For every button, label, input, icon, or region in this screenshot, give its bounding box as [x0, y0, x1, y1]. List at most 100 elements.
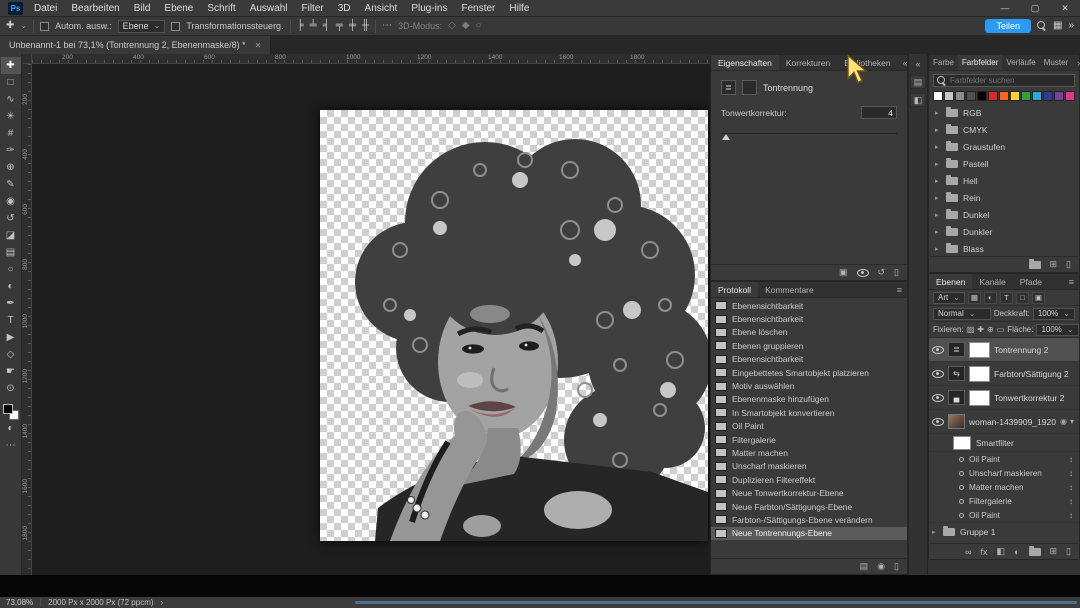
menu-bearbeiten[interactable]: Bearbeiten	[64, 2, 126, 15]
move-tool[interactable]: ✚	[0, 57, 21, 74]
quick-mask-button[interactable]: ◐	[1, 420, 21, 437]
color-swatch[interactable]	[955, 91, 965, 101]
type-tool[interactable]: T	[1, 312, 21, 329]
filter-visibility-icon[interactable]	[959, 470, 964, 476]
shape-tool[interactable]: ◇	[1, 346, 21, 363]
opacity-dropdown[interactable]: 100% ⌄	[1032, 307, 1075, 320]
swatch-group-pastell[interactable]: ▸ Pastell	[929, 155, 1079, 172]
tab-korrekturen[interactable]: Korrekturen	[779, 55, 837, 70]
menu-bild[interactable]: Bild	[127, 2, 158, 15]
panel-menu-icon[interactable]: ≡	[897, 285, 902, 295]
filter-blend-options-icon[interactable]: ↕	[1069, 497, 1073, 506]
filter-visibility-icon[interactable]	[959, 456, 964, 462]
swatch-group-rein[interactable]: ▸ Rein	[929, 189, 1079, 206]
panel-menu-icon[interactable]: ≡	[1069, 277, 1074, 287]
swatch-group-cmyk[interactable]: ▸ CMYK	[929, 121, 1079, 138]
filter-blend-options-icon[interactable]: ↕	[1069, 455, 1073, 464]
screen-mode-button[interactable]: ⋯	[1, 437, 21, 454]
blend-mode-dropdown[interactable]: Normal ⌄	[933, 307, 991, 320]
filter-blend-options-icon[interactable]: ↕	[1069, 469, 1073, 478]
layer-group[interactable]: ▸ Gruppe 1	[929, 522, 1079, 541]
visibility-icon[interactable]	[856, 268, 869, 277]
filter-adjustment-layers-icon[interactable]: ◐	[983, 291, 997, 304]
tab-ebenen[interactable]: Ebenen	[929, 274, 973, 289]
delete-icon[interactable]: ▯	[894, 561, 899, 572]
tab-farbfelder[interactable]: Farbfelder	[957, 55, 1003, 70]
slider-thumb[interactable]	[722, 134, 730, 140]
color-swatch[interactable]	[933, 91, 943, 101]
auto-select-checkbox[interactable]	[40, 21, 50, 31]
tab-verlaeufe[interactable]: Verläufe	[1002, 55, 1039, 70]
workspace-switcher-icon[interactable]: ▦	[1053, 21, 1062, 31]
add-mask-icon[interactable]: ◧	[997, 546, 1006, 557]
info-panel-icon[interactable]: ▤	[910, 75, 926, 89]
search-icon[interactable]	[1036, 21, 1047, 31]
swatch-group-graustufen[interactable]: ▸ Graustufen	[929, 138, 1079, 155]
align-left-icon[interactable]: ╞	[297, 21, 304, 31]
smart-filter-mask-row[interactable]: Smartfilter	[929, 434, 1079, 452]
history-item[interactable]: In Smartobjekt konvertieren	[711, 406, 907, 419]
history-item[interactable]: Matter machen	[711, 446, 907, 459]
swatch-group-dunkler[interactable]: ▸ Dunkler	[929, 223, 1079, 240]
zoom-tool[interactable]: ⊙	[1, 380, 21, 397]
history-brush-tool[interactable]: ↺	[1, 210, 21, 227]
menu-schrift[interactable]: Schrift	[200, 2, 242, 15]
color-swatch[interactable]	[999, 91, 1009, 101]
new-group-icon[interactable]	[1028, 258, 1041, 269]
mask-thumbnail-icon[interactable]	[742, 80, 757, 95]
delete-icon[interactable]: ▯	[894, 267, 899, 278]
history-item[interactable]: Ebenensichtbarkeit	[711, 312, 907, 325]
color-swatch[interactable]	[1032, 91, 1042, 101]
new-group-icon[interactable]	[1028, 545, 1041, 556]
swatch-search-input[interactable]	[950, 76, 1071, 85]
color-swatch[interactable]	[977, 91, 987, 101]
history-item[interactable]: Oil Paint	[711, 420, 907, 433]
color-swatch[interactable]	[1010, 91, 1020, 101]
menu-3d[interactable]: 3D	[331, 2, 358, 15]
filter-type-dropdown[interactable]: Art ⌄	[933, 291, 965, 304]
history-item[interactable]: Ebenen gruppieren	[711, 339, 907, 352]
layer-tontrennung[interactable]: ≣ Tontrennung 2	[929, 338, 1079, 362]
smart-filter-unscharf[interactable]: Unscharf maskieren ↕	[929, 466, 1079, 480]
align-top-icon[interactable]: ╤	[336, 21, 343, 31]
history-item[interactable]: Neue Farbton/Sättigungs-Ebene	[711, 500, 907, 513]
history-item[interactable]: Unscharf maskieren	[711, 460, 907, 473]
blur-tool[interactable]: ○	[1, 261, 21, 278]
new-swatch-icon[interactable]: ⊞	[1050, 259, 1058, 270]
history-item[interactable]: Ebenensichtbarkeit	[711, 353, 907, 366]
smart-filter-filtergalerie[interactable]: Filtergalerie ↕	[929, 494, 1079, 508]
history-item[interactable]: Ebene löschen	[711, 326, 907, 339]
filter-blend-options-icon[interactable]: ↕	[1069, 511, 1073, 520]
lock-pixels-icon[interactable]: ✚	[977, 325, 984, 334]
tab-bibliotheken[interactable]: Bibliotheken	[837, 55, 897, 70]
eyedropper-tool[interactable]: ✑	[1, 142, 21, 159]
color-swatch[interactable]	[1054, 91, 1064, 101]
smart-filter-oil-paint[interactable]: Oil Paint ↕	[929, 452, 1079, 466]
tab-eigenschaften[interactable]: Eigenschaften	[711, 55, 779, 70]
history-item[interactable]: Filtergalerie	[711, 433, 907, 446]
history-item[interactable]: Ebenenmaske hinzufügen	[711, 393, 907, 406]
delete-icon[interactable]: ▯	[1066, 259, 1071, 270]
menu-plugins[interactable]: Plug-ins	[404, 2, 454, 15]
layer-visibility-icon[interactable]	[932, 417, 944, 426]
lock-all-icon[interactable]: ▭	[997, 325, 1005, 334]
tool-preset-caret-icon[interactable]: ⌄	[20, 22, 27, 30]
path-selection-tool[interactable]: ▶	[1, 329, 21, 346]
color-swatch[interactable]	[1021, 91, 1031, 101]
layer-visibility-icon[interactable]	[932, 345, 944, 354]
comments-panel-icon[interactable]: ◧	[910, 93, 926, 107]
layer-farbton[interactable]: ⇆ Farbton/Sättigung 2	[929, 362, 1079, 386]
tab-protokoll[interactable]: Protokoll	[711, 282, 759, 297]
tab-muster[interactable]: Muster	[1040, 55, 1072, 70]
layer-visibility-icon[interactable]	[932, 393, 944, 402]
filter-pixel-layers-icon[interactable]: ▦	[967, 291, 981, 304]
color-swatch[interactable]	[1065, 91, 1075, 101]
levels-slider[interactable]	[721, 125, 897, 140]
menu-auswahl[interactable]: Auswahl	[243, 2, 295, 15]
link-layers-icon[interactable]: ∞	[965, 547, 971, 557]
fill-dropdown[interactable]: 100% ⌄	[1036, 323, 1079, 336]
levels-value-input[interactable]	[861, 106, 897, 119]
smart-filter-toggle-icon[interactable]: ◉	[1060, 417, 1067, 426]
history-item[interactable]: Farbton-/Sättigungs-Ebene verändern	[711, 513, 907, 526]
hand-tool[interactable]: ☛	[1, 363, 21, 380]
